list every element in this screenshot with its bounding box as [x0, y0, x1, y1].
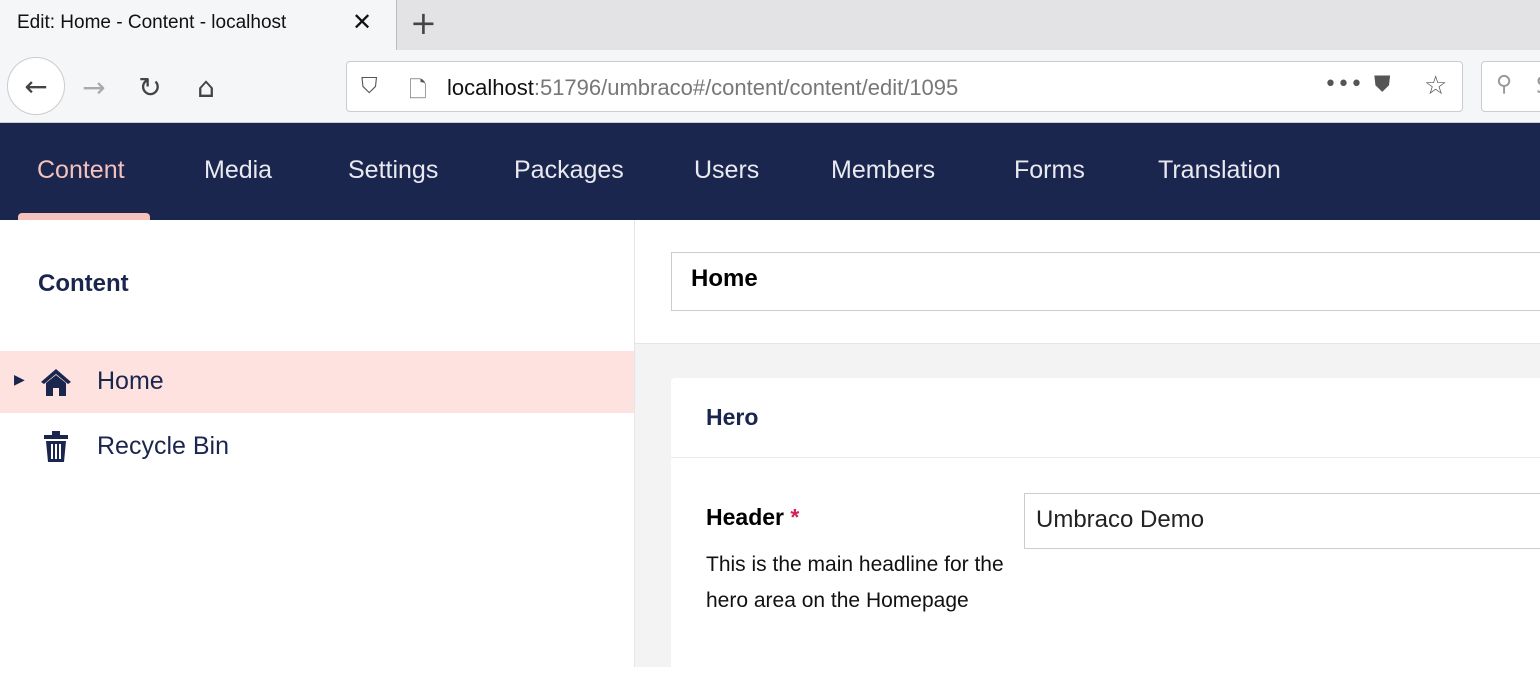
- editor-panel: Home Hero Header * This is the main head…: [635, 220, 1540, 678]
- section-users[interactable]: Users: [694, 156, 759, 185]
- url-host: localhost: [447, 75, 534, 100]
- caret-right-icon[interactable]: ▶: [14, 372, 25, 388]
- node-label: Home: [97, 367, 164, 395]
- required-mark: *: [790, 504, 800, 530]
- search-placeholder: S: [1536, 74, 1540, 99]
- more-actions-icon[interactable]: •••: [1324, 72, 1363, 97]
- active-section-indicator: [18, 213, 150, 220]
- reload-button[interactable]: ↻: [122, 59, 178, 115]
- home-button[interactable]: ⌂: [178, 59, 234, 115]
- browser-tab[interactable]: Edit: Home - Content - localhost ✕: [0, 0, 397, 51]
- node-label: Recycle Bin: [97, 432, 229, 460]
- header-input[interactable]: Umbraco Demo: [1024, 493, 1540, 549]
- browser-tab-strip: Edit: Home - Content - localhost ✕ +: [0, 0, 1540, 51]
- section-content[interactable]: Content: [37, 156, 125, 185]
- section-forms[interactable]: Forms: [1014, 156, 1085, 185]
- section-members[interactable]: Members: [831, 156, 935, 185]
- section-translation[interactable]: Translation: [1158, 156, 1281, 185]
- forward-button[interactable]: →: [66, 59, 122, 115]
- home-icon: [41, 369, 71, 396]
- search-box[interactable]: ⚲ S: [1481, 61, 1540, 112]
- tab-title: Edit: Home - Content - localhost: [17, 12, 287, 33]
- close-tab-icon[interactable]: ✕: [352, 8, 372, 36]
- pocket-icon[interactable]: ⛊: [1374, 72, 1391, 97]
- tree-node-home[interactable]: ▶ Home: [0, 351, 634, 413]
- url-path: :51796/umbraco#/content/content/edit/109…: [533, 75, 959, 100]
- section-nav: Content Media Settings Packages Users Me…: [0, 123, 1540, 220]
- property-description: This is the main headline for the hero a…: [706, 553, 1004, 612]
- group-title: Hero: [706, 404, 759, 430]
- back-button[interactable]: ←: [7, 57, 65, 115]
- tree-node-recycle-bin[interactable]: Recycle Bin: [0, 416, 634, 478]
- node-name-input[interactable]: Home: [671, 252, 1540, 311]
- trash-icon: [44, 431, 68, 462]
- property-label: Header *: [706, 504, 800, 530]
- section-media[interactable]: Media: [204, 156, 272, 185]
- page-icon[interactable]: 🗋: [409, 73, 427, 111]
- editor-header: Home: [635, 220, 1540, 344]
- section-settings[interactable]: Settings: [348, 156, 438, 185]
- search-icon: ⚲: [1496, 72, 1513, 97]
- tree-title: Content: [38, 270, 129, 297]
- bookmark-star-icon[interactable]: ☆: [1424, 71, 1447, 101]
- browser-toolbar: ← → ↻ ⌂ ⛉ 🗋 localhost:51796/umbraco#/con…: [0, 50, 1540, 123]
- divider: [671, 457, 1540, 458]
- new-tab-button[interactable]: +: [410, 4, 437, 42]
- property-group-hero: Hero Header * This is the main headline …: [671, 378, 1540, 678]
- address-bar[interactable]: ⛉ 🗋 localhost:51796/umbraco#/content/con…: [346, 61, 1463, 112]
- section-packages[interactable]: Packages: [514, 156, 624, 185]
- shield-icon[interactable]: ⛉: [361, 74, 378, 99]
- content-tree: Content ▶ Home Recycle Bin: [0, 220, 635, 667]
